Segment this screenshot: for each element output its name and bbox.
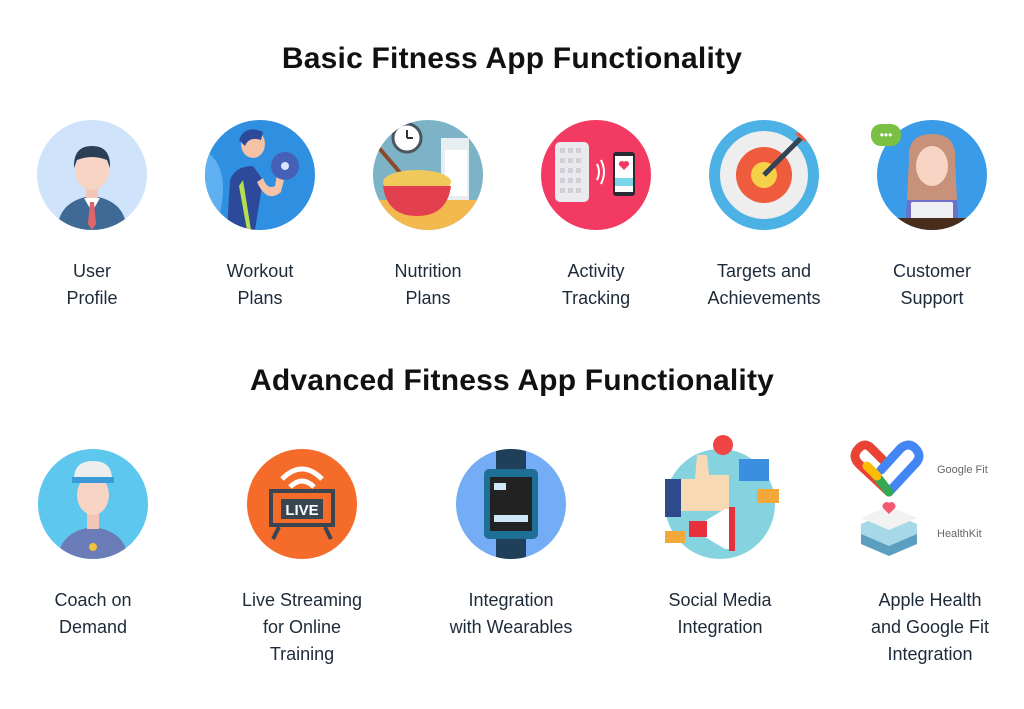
feature-label: Activity Tracking [511,258,681,312]
feature-activity-tracking: Activity Tracking [511,120,681,312]
feature-label: Integration with Wearables [426,587,596,641]
customer-support-icon: ••• [871,120,987,230]
svg-text:LIVE: LIVE [285,502,318,519]
feature-targets-achievements: Targets and Achievements [679,120,849,312]
basic-section-title: Basic Fitness App Functionality [281,42,743,75]
nutrition-bowl-icon [373,120,483,230]
label-line-1: Live Streaming [241,590,363,610]
feature-label: Workout Plans [175,258,345,312]
svg-text:Google Fit: Google Fit [937,464,988,476]
user-profile-icon [37,120,147,230]
label-line-1: Apple Health [878,590,982,610]
svg-text:•••: ••• [880,128,893,142]
label-line-2: Tracking [561,288,631,308]
feature-label: Customer Support [847,258,1017,312]
label-line-1: Targets and [716,261,812,281]
feature-workout-plans: Workout Plans [175,120,345,312]
label-line-3: Integration [887,644,973,664]
label-line-2: Support [900,288,964,308]
feature-label: Targets and Achievements [679,258,849,312]
label-line-2: and Google Fit [870,617,990,637]
smartwatch-icon [456,449,566,559]
label-line-1: User [72,261,111,281]
feature-live-streaming: LIVE Live Streaming for Online Training [217,449,387,668]
feature-nutrition-plans: Nutrition Plans [343,120,513,312]
social-media-icon [665,435,779,559]
activity-tracking-icon [541,120,651,230]
feature-label: Coach on Demand [8,587,178,641]
feature-wearables: Integration with Wearables [426,449,596,641]
label-line-2: Plans [237,288,283,308]
label-line-1: Social Media [668,590,772,610]
target-arrow-icon [709,120,819,230]
feature-health-integration: Google Fit HealthKit Apple Health and Go… [845,440,1015,668]
svg-text:HealthKit: HealthKit [937,528,982,540]
label-line-2: Achievements [707,288,821,308]
label-line-2: Plans [405,288,451,308]
workout-dumbbell-icon [205,120,315,230]
advanced-section-title: Advanced Fitness App Functionality [249,364,775,397]
feature-label: Nutrition Plans [343,258,513,312]
label-line-2: with Wearables [449,617,573,637]
feature-user-profile: User Profile [7,120,177,312]
coach-icon [38,449,148,559]
health-logos-icon: Google Fit HealthKit [845,440,1015,565]
label-line-1: Coach on [54,590,132,610]
label-line-2: for Online [262,617,342,637]
label-line-1: Activity [567,261,625,281]
label-line-1: Nutrition [394,261,462,281]
label-line-3: Training [269,644,335,664]
label-line-2: Profile [66,288,118,308]
feature-label: User Profile [7,258,177,312]
feature-label: Live Streaming for Online Training [217,587,387,668]
label-line-2: Demand [58,617,128,637]
feature-coach-on-demand: Coach on Demand [8,449,178,641]
feature-social-media: Social Media Integration [635,435,805,641]
live-tv-icon: LIVE [247,449,357,559]
feature-customer-support: ••• Customer Support [847,120,1017,312]
feature-label: Apple Health and Google Fit Integration [845,587,1015,668]
label-line-2: Integration [677,617,763,637]
label-line-1: Workout [226,261,294,281]
label-line-1: Integration [468,590,554,610]
label-line-1: Customer [892,261,972,281]
feature-label: Social Media Integration [635,587,805,641]
